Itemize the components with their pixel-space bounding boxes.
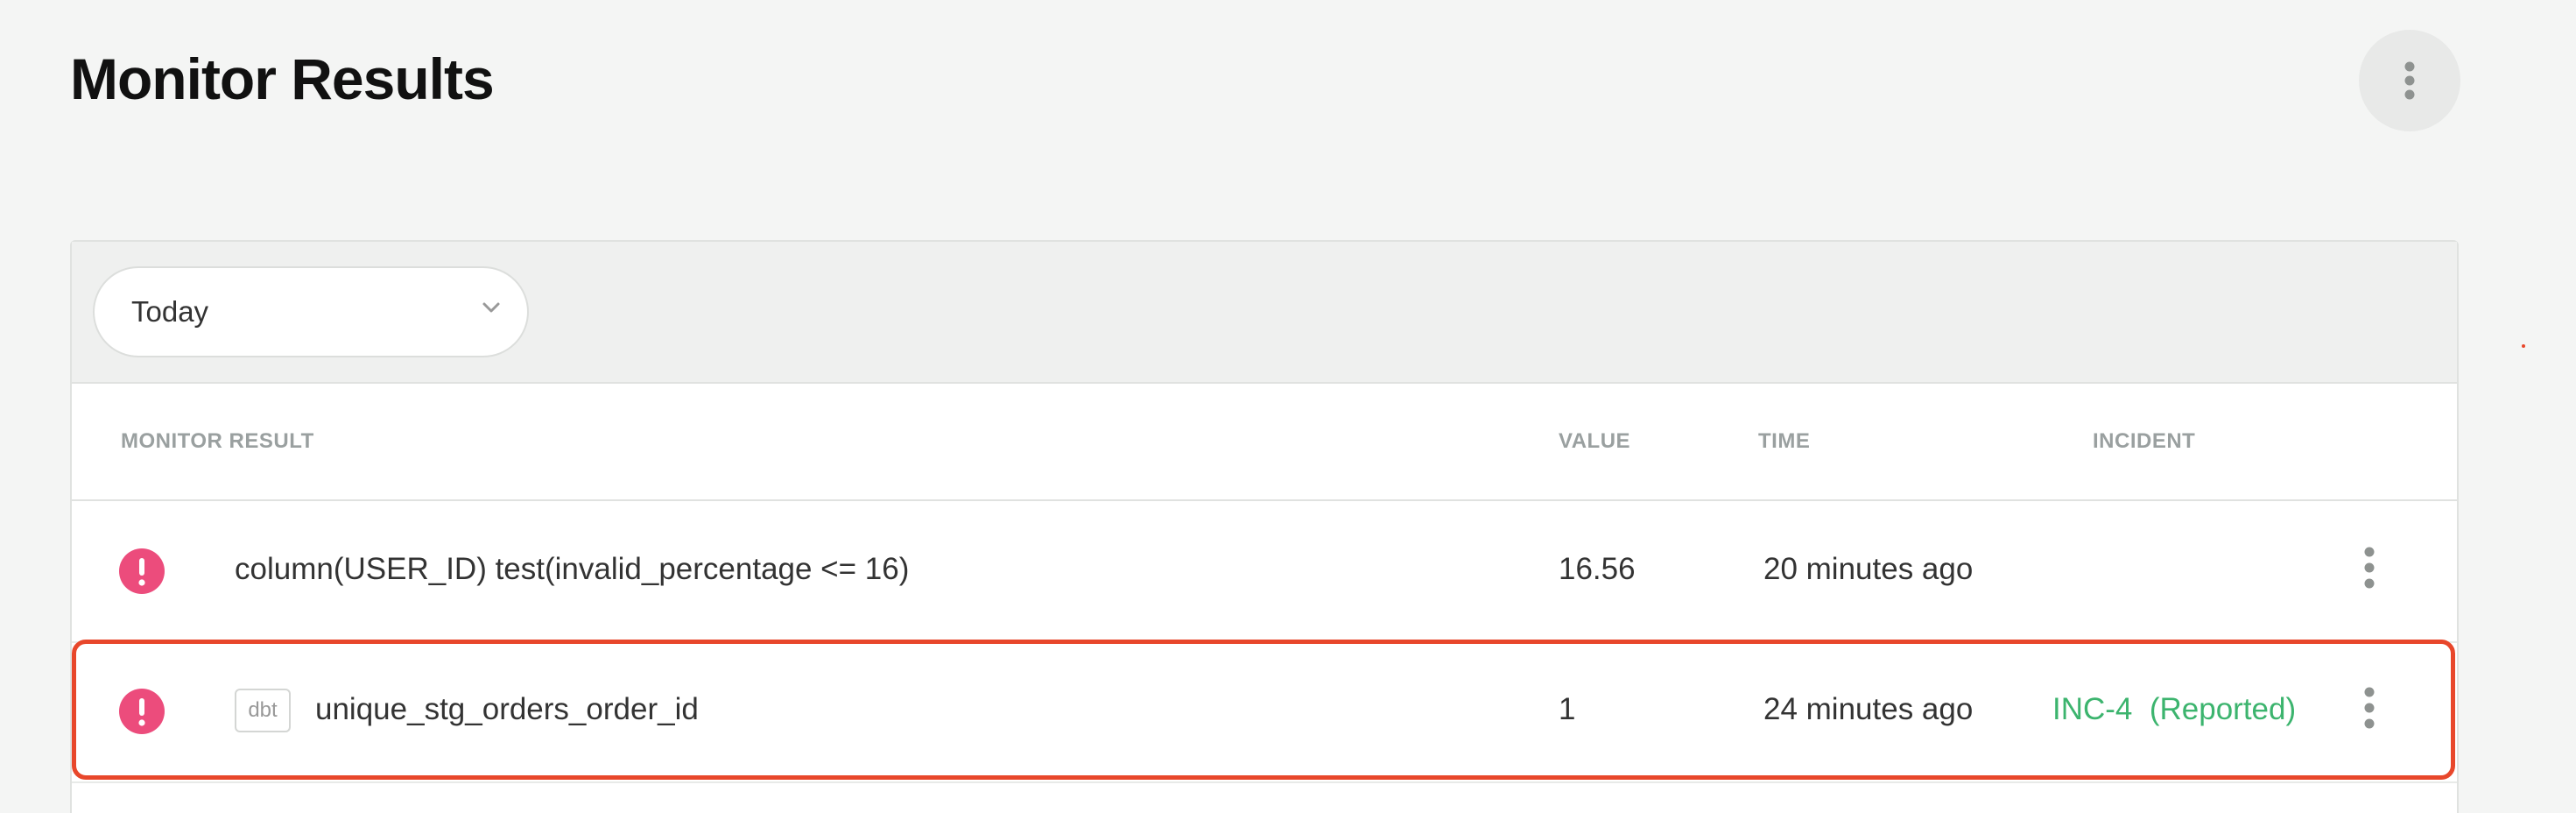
column-header-value[interactable]: VALUE: [1559, 429, 1630, 454]
result-value: 16.56: [1559, 552, 1636, 586]
monitor-results-table: Today MONITOR RESULT VALUE TIME INCIDENT…: [70, 240, 2459, 813]
page-more-options-button[interactable]: [2359, 30, 2460, 131]
more-vertical-icon: [2364, 687, 2375, 729]
column-header-time[interactable]: TIME: [1758, 429, 1810, 454]
monitor-results-page: Monitor Results Today MONITOR RESULT VAL…: [0, 0, 2576, 813]
result-time: 20 minutes ago: [1763, 552, 1974, 586]
filter-bar: Today: [72, 242, 2457, 384]
monitor-result-name[interactable]: column(USER_ID) test(invalid_percentage …: [235, 552, 909, 587]
result-value: 1: [1559, 692, 1576, 726]
incident-link[interactable]: INC-4 (Reported): [2052, 692, 2296, 727]
page-title: Monitor Results: [70, 46, 495, 111]
annotation-dot: [2522, 344, 2525, 348]
more-vertical-icon: [2404, 61, 2415, 100]
table-row[interactable]: column(USER_ID) test(invalid_percentage …: [72, 501, 2457, 643]
date-range-value: Today: [131, 295, 209, 328]
alert-icon: [119, 689, 165, 734]
alert-icon: [119, 548, 165, 594]
more-vertical-icon: [2364, 547, 2375, 589]
dbt-source-badge: dbt: [235, 689, 291, 732]
monitor-result-name[interactable]: unique_stg_orders_order_id: [315, 692, 699, 727]
row-more-options-button[interactable]: [2364, 547, 2375, 593]
row-more-options-button[interactable]: [2364, 687, 2375, 733]
date-range-select[interactable]: Today: [93, 266, 529, 357]
column-header-incident[interactable]: INCIDENT: [2093, 429, 2195, 454]
result-time: 24 minutes ago: [1763, 692, 1974, 726]
column-header-monitor-result[interactable]: MONITOR RESULT: [121, 429, 314, 454]
table-header: MONITOR RESULT VALUE TIME INCIDENT: [72, 382, 2457, 501]
table-row[interactable]: dbt unique_stg_orders_order_id 1 24 minu…: [72, 641, 2457, 783]
chevron-down-icon: [482, 302, 500, 313]
